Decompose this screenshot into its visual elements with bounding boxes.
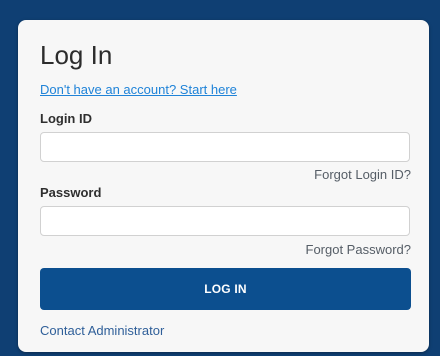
signup-link[interactable]: Don't have an account? Start here [40,82,237,98]
password-label: Password [40,185,102,200]
password-input[interactable] [40,206,410,236]
login-page: Log In Don't have an account? Start here… [0,0,440,356]
login-id-input[interactable] [40,132,410,162]
login-card: Log In Don't have an account? Start here… [18,20,429,352]
login-button[interactable]: LOG IN [40,268,411,310]
contact-administrator-link[interactable]: Contact Administrator [40,323,164,339]
forgot-password-link[interactable]: Forgot Password? [306,242,412,258]
forgot-login-id-link[interactable]: Forgot Login ID? [314,167,411,183]
login-id-label: Login ID [40,111,92,126]
page-title: Log In [40,40,113,70]
